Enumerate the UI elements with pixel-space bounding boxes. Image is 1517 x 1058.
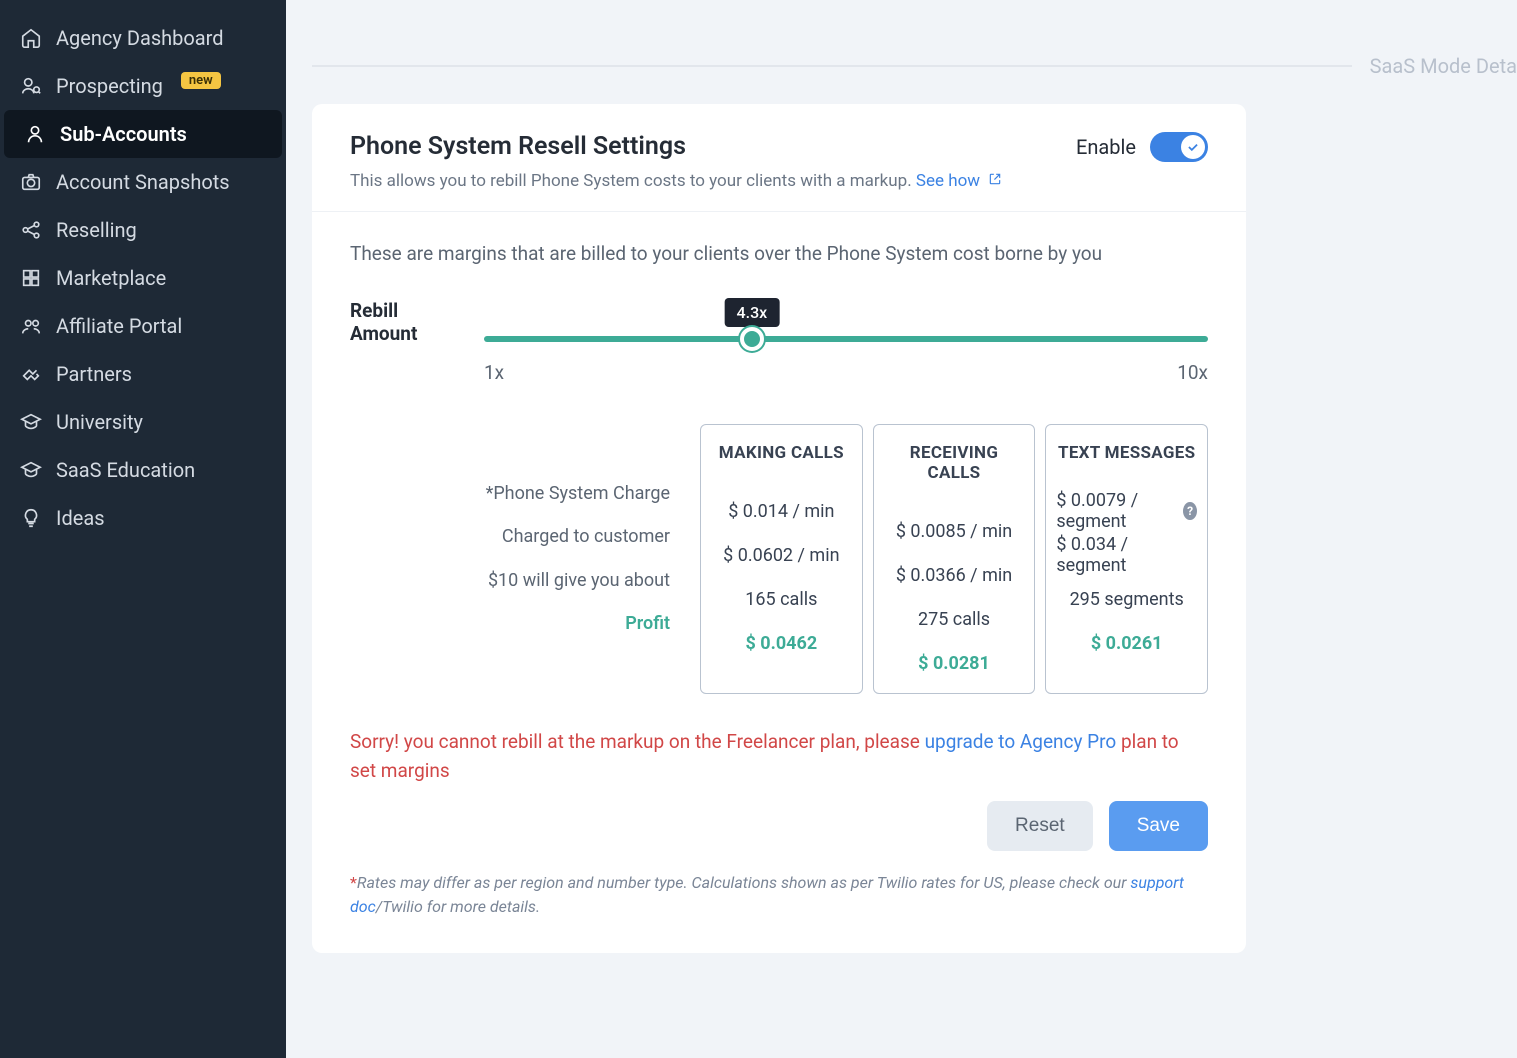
price-ten-dollar: 295 segments: [1070, 587, 1184, 611]
slider-ticks: 1x 10x: [484, 361, 1208, 384]
sidebar-item-reselling[interactable]: Reselling: [0, 206, 286, 254]
home-icon: [20, 27, 42, 49]
sidebar-item-label: Prospecting: [56, 74, 163, 98]
graduation-icon: [20, 411, 42, 433]
pricing-row-labels: *Phone System Charge Charged to customer…: [350, 424, 690, 694]
price-charge: $ 0.014 / min: [728, 499, 834, 523]
sidebar-item-sub-accounts[interactable]: Sub-Accounts: [4, 110, 282, 158]
upgrade-link[interactable]: upgrade to Agency Pro: [925, 730, 1117, 753]
sidebar-item-label: Sub-Accounts: [60, 122, 187, 146]
slider-track: [484, 336, 1208, 342]
slider-max: 10x: [1177, 361, 1208, 384]
divider-line: [312, 65, 1352, 67]
price-profit: $ 0.0462: [746, 631, 818, 655]
sidebar-item-label: Marketplace: [56, 266, 166, 290]
pricing-grid: *Phone System Charge Charged to customer…: [350, 424, 1208, 694]
enable-toggle-group: Enable: [1076, 132, 1208, 162]
sidebar-item-label: Reselling: [56, 218, 137, 242]
sidebar-item-marketplace[interactable]: Marketplace: [0, 254, 286, 302]
row-label-customer: Charged to customer: [350, 525, 670, 548]
sidebar-item-ideas[interactable]: Ideas: [0, 494, 286, 542]
sidebar-item-affiliate-portal[interactable]: Affiliate Portal: [0, 302, 286, 350]
sidebar-item-partners[interactable]: Partners: [0, 350, 286, 398]
price-col-making-calls: MAKING CALLS $ 0.014 / min $ 0.0602 / mi…: [700, 424, 863, 694]
handshake-icon: [20, 363, 42, 385]
price-customer: $ 0.0366 / min: [896, 563, 1012, 587]
margin-description: These are margins that are billed to you…: [350, 242, 1208, 265]
main-content: SaaS Mode Deta Phone System Resell Setti…: [286, 0, 1517, 1058]
sidebar-item-prospecting[interactable]: Prospecting new: [0, 62, 286, 110]
sidebar-item-label: Agency Dashboard: [56, 26, 224, 50]
sidebar-item-label: SaaS Education: [56, 458, 195, 482]
sidebar-item-university[interactable]: University: [0, 398, 286, 446]
rebill-slider[interactable]: 4.3x: [484, 302, 1208, 342]
card-title: Phone System Resell Settings: [350, 132, 1002, 161]
price-col-text-messages: TEXT MESSAGES $ 0.0079 / segment ? $ 0.0…: [1045, 424, 1208, 694]
price-ten-dollar: 275 calls: [918, 607, 990, 631]
phone-resell-card: Phone System Resell Settings This allows…: [312, 104, 1246, 953]
card-body: These are margins that are billed to you…: [312, 212, 1246, 953]
slider-label: Rebill Amount: [350, 299, 468, 345]
enable-toggle[interactable]: [1150, 132, 1208, 162]
app-layout: Agency Dashboard Prospecting new Sub-Acc…: [0, 0, 1517, 1058]
card-header-text: Phone System Resell Settings This allows…: [350, 132, 1002, 191]
upgrade-warning: Sorry! you cannot rebill at the markup o…: [350, 728, 1208, 785]
user-search-icon: [20, 75, 42, 97]
external-link-icon: [988, 171, 1002, 185]
action-buttons: Reset Save: [350, 801, 1208, 851]
price-charge: $ 0.0079 / segment ?: [1056, 499, 1197, 523]
slider-tooltip: 4.3x: [725, 298, 780, 327]
reset-button[interactable]: Reset: [987, 801, 1093, 851]
sidebar-item-label: University: [56, 410, 143, 434]
grid-icon: [20, 267, 42, 289]
share-icon: [20, 219, 42, 241]
price-charge: $ 0.0085 / min: [896, 519, 1012, 543]
price-ten-dollar: 165 calls: [745, 587, 817, 611]
price-profit: $ 0.0261: [1091, 631, 1163, 655]
users-icon: [20, 315, 42, 337]
enable-label: Enable: [1076, 135, 1136, 159]
price-col-title: TEXT MESSAGES: [1058, 443, 1195, 463]
save-button[interactable]: Save: [1109, 801, 1208, 851]
card-description: This allows you to rebill Phone System c…: [350, 171, 1002, 191]
rebill-slider-row: Rebill Amount 4.3x: [350, 299, 1208, 345]
sidebar-item-label: Ideas: [56, 506, 105, 530]
price-col-title: MAKING CALLS: [719, 443, 844, 463]
slider-min: 1x: [484, 361, 504, 384]
price-customer: $ 0.034 / segment: [1056, 543, 1197, 567]
row-label-profit: Profit: [350, 612, 670, 635]
section-label: SaaS Mode Deta: [1352, 54, 1517, 78]
slider-thumb[interactable]: [740, 327, 764, 351]
camera-icon: [20, 171, 42, 193]
price-col-receiving-calls: RECEIVING CALLS $ 0.0085 / min $ 0.0366 …: [873, 424, 1036, 694]
row-label-charge: *Phone System Charge: [350, 482, 670, 505]
see-how-link[interactable]: See how: [916, 171, 1002, 191]
sidebar-item-saas-education[interactable]: SaaS Education: [0, 446, 286, 494]
card-header: Phone System Resell Settings This allows…: [312, 104, 1246, 212]
help-icon[interactable]: ?: [1183, 502, 1197, 520]
sidebar-item-label: Affiliate Portal: [56, 314, 182, 338]
sidebar-item-label: Partners: [56, 362, 132, 386]
sidebar-item-agency-dashboard[interactable]: Agency Dashboard: [0, 14, 286, 62]
price-col-title: RECEIVING CALLS: [884, 443, 1025, 483]
user-icon: [24, 123, 46, 145]
check-icon: [1186, 140, 1200, 154]
sidebar-item-account-snapshots[interactable]: Account Snapshots: [0, 158, 286, 206]
row-label-ten-dollar: $10 will give you about: [350, 569, 670, 592]
price-customer: $ 0.0602 / min: [723, 543, 839, 567]
toggle-knob: [1181, 135, 1205, 159]
section-divider: SaaS Mode Deta: [312, 54, 1517, 78]
sidebar: Agency Dashboard Prospecting new Sub-Acc…: [0, 0, 286, 1058]
bulb-icon: [20, 507, 42, 529]
sidebar-item-label: Account Snapshots: [56, 170, 230, 194]
new-badge: new: [181, 72, 221, 89]
footnote: *Rates may differ as per region and numb…: [350, 871, 1208, 919]
graduation-icon: [20, 459, 42, 481]
price-profit: $ 0.0281: [918, 651, 990, 675]
